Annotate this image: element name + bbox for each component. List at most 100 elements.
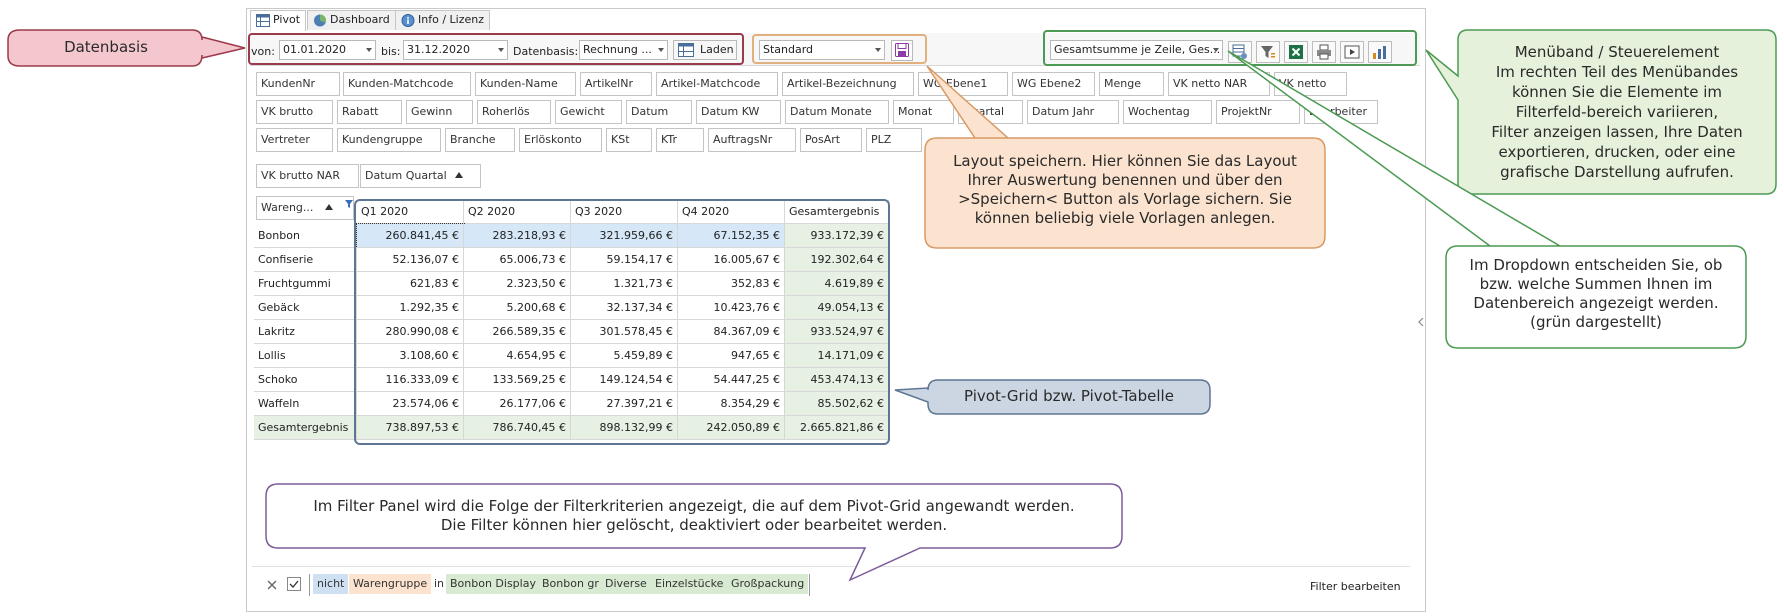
save-layout-button[interactable] — [891, 40, 913, 61]
field-chip[interactable]: Kunden-Matchcode — [343, 72, 471, 96]
data-cell[interactable]: 352,83 € — [678, 272, 785, 296]
field-chip[interactable]: Vertreter — [256, 128, 333, 152]
data-cell[interactable]: 4.654,95 € — [464, 344, 571, 368]
column-header[interactable]: Gesamtergebnis — [785, 200, 889, 224]
field-chip[interactable]: Gewinn — [406, 100, 473, 124]
data-cell[interactable]: 8.354,29 € — [678, 392, 785, 416]
field-chip[interactable]: WG Ebene2 — [1012, 72, 1095, 96]
row-field-warengruppe[interactable]: Wareng... — [256, 196, 354, 220]
column-header[interactable]: Q3 2020 — [571, 200, 678, 224]
row-header[interactable]: Lakritz — [254, 320, 357, 344]
data-cell[interactable]: 84.367,09 € — [678, 320, 785, 344]
row-header[interactable]: Schoko — [254, 368, 357, 392]
summen-select[interactable]: Gesamtsumme je Zeile, Ges... — [1050, 40, 1223, 60]
row-header[interactable]: Lollis — [254, 344, 357, 368]
row-header[interactable]: Gesamtergebnis — [254, 416, 357, 440]
filter-value-chip[interactable]: Bonbon gr — [538, 574, 603, 594]
field-chip[interactable]: Rabatt — [337, 100, 402, 124]
grand-total-cell[interactable]: 786.740,45 € — [464, 416, 571, 440]
grand-total-cell[interactable]: 242.050,89 € — [678, 416, 785, 440]
row-header[interactable]: Gebäck — [254, 296, 357, 320]
field-chip[interactable]: Artikel-Matchcode — [656, 72, 778, 96]
row-header[interactable]: Fruchtgummi — [254, 272, 357, 296]
bis-date-picker[interactable]: 31.12.2020 — [403, 40, 508, 60]
data-cell[interactable]: 1.292,35 € — [357, 296, 464, 320]
column-field-datum-quartal[interactable]: Datum Quartal — [360, 164, 481, 188]
field-chip[interactable]: Datum — [626, 100, 692, 124]
field-chip[interactable]: KTr — [656, 128, 704, 152]
data-cell[interactable]: 266.589,35 € — [464, 320, 571, 344]
field-chip[interactable]: Artikel-Bezeichnung — [782, 72, 914, 96]
field-chip[interactable]: Bearbeiter — [1304, 100, 1378, 124]
data-cell[interactable]: 54.447,25 € — [678, 368, 785, 392]
row-total-cell[interactable]: 933.172,39 € — [785, 224, 889, 248]
datenbasis-select[interactable]: Rechnung ... — [579, 40, 668, 60]
data-cell[interactable]: 621,83 € — [357, 272, 464, 296]
field-chip[interactable]: Wochentag — [1123, 100, 1212, 124]
tab-dashboard[interactable]: Dashboard — [307, 10, 396, 30]
filter-funnel-icon[interactable] — [345, 200, 353, 208]
field-chip[interactable]: ArtikelNr — [580, 72, 652, 96]
field-chip[interactable]: Branche — [445, 128, 515, 152]
layout-select[interactable]: Standard — [759, 40, 885, 60]
filter-operator-nicht[interactable]: nicht — [313, 574, 349, 594]
field-chip[interactable]: VK netto — [1274, 72, 1347, 96]
field-chip[interactable]: Erlöskonto — [519, 128, 602, 152]
field-chip[interactable]: VK netto NAR — [1168, 72, 1270, 96]
filter-button[interactable] — [1256, 41, 1280, 63]
row-total-cell[interactable]: 49.054,13 € — [785, 296, 889, 320]
grand-total-cell[interactable]: 898.132,99 € — [571, 416, 678, 440]
print-button[interactable] — [1312, 41, 1336, 63]
row-header[interactable]: Bonbon — [254, 224, 357, 248]
data-cell[interactable]: 27.397,21 € — [571, 392, 678, 416]
data-cell[interactable]: 65.006,73 € — [464, 248, 571, 272]
field-chip[interactable]: Kundengruppe — [337, 128, 441, 152]
field-chip[interactable]: AuftragsNr — [708, 128, 796, 152]
data-cell[interactable]: 321.959,66 € — [571, 224, 678, 248]
filter-value-chip[interactable]: Großpackung — [727, 574, 809, 594]
row-total-cell[interactable]: 933.524,97 € — [785, 320, 889, 344]
data-cell[interactable]: 23.574,06 € — [357, 392, 464, 416]
field-chip[interactable]: ProjektNr — [1216, 100, 1300, 124]
field-chip[interactable]: VK brutto — [256, 100, 333, 124]
chevron-left-icon[interactable] — [1418, 318, 1424, 326]
grand-total-cell[interactable]: 738.897,53 € — [357, 416, 464, 440]
tab-pivot[interactable]: Pivot — [250, 10, 307, 31]
field-chip[interactable]: Datum Jahr — [1027, 100, 1119, 124]
data-cell[interactable]: 301.578,45 € — [571, 320, 678, 344]
field-chip[interactable]: Gewicht — [555, 100, 622, 124]
field-chip[interactable]: PLZ — [866, 128, 922, 152]
field-chip[interactable]: Roherlös — [477, 100, 551, 124]
data-cell[interactable]: 67.152,35 € — [678, 224, 785, 248]
field-chip[interactable]: Monat — [893, 100, 954, 124]
data-cell[interactable]: 59.154,17 € — [571, 248, 678, 272]
row-total-cell[interactable]: 14.171,09 € — [785, 344, 889, 368]
field-chip[interactable]: WG Ebene1 — [918, 72, 1008, 96]
data-cell[interactable]: 3.108,60 € — [357, 344, 464, 368]
data-cell[interactable]: 283.218,93 € — [464, 224, 571, 248]
filter-value-chip[interactable]: Einzelstücke — [651, 574, 728, 594]
row-total-cell[interactable]: 453.474,13 € — [785, 368, 889, 392]
von-date-picker[interactable]: 01.01.2020 — [279, 40, 376, 60]
preview-button[interactable] — [1340, 41, 1364, 63]
column-field-vk-brutto-nar[interactable]: VK brutto NAR — [256, 164, 359, 188]
filter-edit-link[interactable]: Filter bearbeiten — [1310, 580, 1401, 594]
field-chip[interactable]: Kunden-Name — [475, 72, 576, 96]
row-total-cell[interactable]: 85.502,62 € — [785, 392, 889, 416]
grand-total-cell[interactable]: 2.665.821,86 € — [785, 416, 889, 440]
data-cell[interactable]: 1.321,73 € — [571, 272, 678, 296]
row-total-cell[interactable]: 192.302,64 € — [785, 248, 889, 272]
data-cell[interactable]: 32.137,34 € — [571, 296, 678, 320]
field-chip[interactable]: KundenNr — [256, 72, 340, 96]
data-cell[interactable]: 149.124,54 € — [571, 368, 678, 392]
column-header[interactable]: Q2 2020 — [464, 200, 571, 224]
laden-button[interactable]: Laden — [673, 40, 737, 60]
data-cell[interactable]: 2.323,50 € — [464, 272, 571, 296]
data-cell[interactable]: 260.841,45 € — [356, 223, 465, 249]
field-chip[interactable]: Menge — [1099, 72, 1164, 96]
close-icon[interactable] — [267, 580, 277, 590]
data-cell[interactable]: 280.990,08 € — [357, 320, 464, 344]
field-chip[interactable]: KSt — [606, 128, 652, 152]
data-cell[interactable]: 10.423,76 € — [678, 296, 785, 320]
filter-field-warengruppe[interactable]: Warengruppe — [349, 574, 432, 594]
